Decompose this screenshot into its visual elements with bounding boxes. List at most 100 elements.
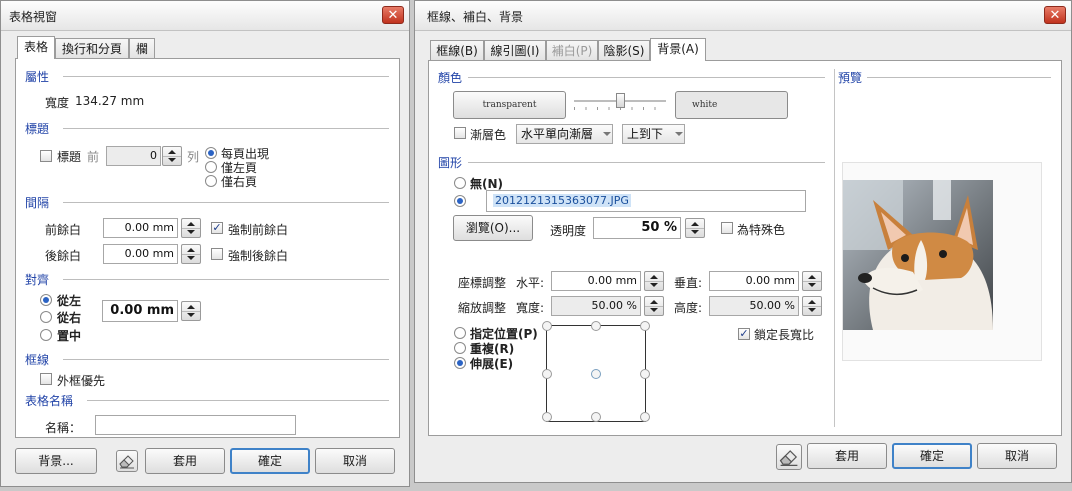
table-name-input[interactable] (95, 415, 296, 435)
preview-area (842, 162, 1042, 361)
outer-border-priority-checkbox[interactable] (40, 373, 52, 385)
browse-button[interactable]: 瀏覽(O)... (453, 215, 533, 241)
background-button[interactable]: 背景... (15, 448, 97, 474)
from-color-button[interactable]: transparent (453, 91, 566, 119)
tab-padding: 補白(P) (546, 40, 598, 61)
align-right-label: 從右 (57, 311, 82, 325)
left-ok-button[interactable]: 確定 (230, 448, 310, 474)
spin-up-icon (808, 275, 816, 279)
slider-thumb[interactable] (616, 93, 625, 108)
left-cancel-button[interactable]: 取消 (315, 448, 395, 474)
right-apply-button[interactable]: 套用 (807, 443, 887, 469)
tab-columns[interactable]: 欄 (129, 38, 155, 59)
force-space-after-checkbox[interactable] (211, 248, 223, 260)
tab-table[interactable]: 表格 (17, 36, 55, 59)
handle-center[interactable] (591, 369, 601, 379)
placement-stretch-radio[interactable] (454, 357, 466, 369)
header-right-page-label: 僅右頁 (221, 175, 258, 189)
border-padding-background-dialog: 框線、補白、背景 ✕ 框線(B) 線引圖(I) 補白(P) 陰影(S) 背景(A… (414, 0, 1072, 483)
spin-up-icon (650, 300, 658, 304)
spin-down-icon (187, 256, 195, 260)
space-after-spinner[interactable] (181, 244, 201, 264)
align-offset-spinner[interactable] (181, 301, 201, 321)
handle-bottom-center[interactable] (591, 412, 601, 422)
header-left-page-radio[interactable] (205, 161, 217, 173)
width-scale-input[interactable]: 50.00 % (551, 296, 641, 316)
image-file-radio[interactable] (454, 195, 466, 207)
header-checkbox-label: 標題 (57, 150, 82, 164)
lock-ratio-checkbox[interactable]: ✓ (738, 328, 750, 340)
spin-divider (645, 306, 663, 307)
table-name-label: 名稱： (45, 421, 82, 435)
tab-background[interactable]: 背景(A) (650, 38, 706, 61)
right-close-icon[interactable]: ✕ (1044, 6, 1066, 24)
left-apply-button[interactable]: 套用 (145, 448, 225, 474)
handle-middle-right[interactable] (640, 369, 650, 379)
tab-shadow[interactable]: 陰影(S) (598, 40, 650, 61)
handle-bottom-right[interactable] (640, 412, 650, 422)
header-rows-input[interactable]: 0 (106, 146, 161, 166)
width-scale-spinner[interactable] (644, 296, 664, 316)
width-label: 寬度 (45, 96, 70, 110)
to-color-button[interactable]: white (675, 91, 788, 119)
placement-repeat-radio[interactable] (454, 342, 466, 354)
outer-border-priority-label: 外框優先 (57, 374, 106, 388)
gradient-type-select[interactable]: 水平單向漸層 (516, 124, 613, 144)
handle-bottom-left[interactable] (542, 412, 552, 422)
placement-specified-radio[interactable] (454, 327, 466, 339)
force-space-after-label: 強制後餘白 (228, 249, 289, 263)
section-table-name: 表格名稱 (25, 394, 74, 408)
spin-up-icon (168, 150, 176, 154)
right-titlebar: 框線、補白、背景 ✕ (415, 1, 1071, 31)
space-before-input[interactable]: 0.00 mm (103, 218, 178, 238)
vertical-input[interactable]: 0.00 mm (709, 271, 799, 291)
header-checkbox[interactable] (40, 150, 52, 162)
right-ok-button[interactable]: 確定 (892, 443, 972, 469)
tab-border[interactable]: 框線(B) (430, 40, 484, 61)
width-value: 134.27 mm (75, 94, 145, 108)
special-color-checkbox[interactable] (721, 222, 733, 234)
handle-top-right[interactable] (640, 321, 650, 331)
tab-line-drawing[interactable]: 線引圖(I) (484, 40, 546, 61)
spin-up-icon (187, 222, 195, 226)
vertical-spinner[interactable] (802, 271, 822, 291)
opacity-input[interactable]: 50 % (593, 217, 681, 239)
space-before-spinner[interactable] (181, 218, 201, 238)
spin-down-icon (187, 230, 195, 234)
gradient-checkbox[interactable] (454, 127, 466, 139)
opacity-spinner[interactable] (685, 218, 705, 238)
header-right-page-radio[interactable] (205, 175, 217, 187)
right-cancel-button[interactable]: 取消 (977, 443, 1057, 469)
header-every-page-radio[interactable] (205, 147, 217, 159)
tab-line-page-break[interactable]: 換行和分頁 (55, 38, 129, 59)
lock-ratio-label: 鎖定長寬比 (754, 328, 815, 342)
left-close-icon[interactable]: ✕ (382, 6, 404, 24)
section-image: 圖形 (438, 156, 463, 170)
image-none-radio[interactable] (454, 177, 466, 189)
align-offset-input[interactable]: 0.00 mm (102, 300, 178, 322)
handle-top-left[interactable] (542, 321, 552, 331)
table-window-dialog: 表格視窗 ✕ 表格 換行和分頁 欄 屬性 寬度 134.27 mm 標題 標題 … (0, 0, 410, 487)
gradient-slider[interactable] (574, 91, 666, 119)
header-rows-spinner[interactable] (162, 146, 182, 166)
spin-divider (163, 156, 181, 157)
align-right-radio[interactable] (40, 311, 52, 323)
image-file-input[interactable]: 2012121315363077.JPG (486, 190, 806, 212)
space-after-input[interactable]: 0.00 mm (103, 244, 178, 264)
align-center-radio[interactable] (40, 329, 52, 341)
right-eraser-button[interactable] (776, 444, 802, 470)
horizontal-input[interactable]: 0.00 mm (551, 271, 641, 291)
left-eraser-button[interactable] (116, 450, 138, 472)
header-before-label: 前 (87, 150, 100, 164)
divider (867, 77, 1051, 78)
handle-middle-left[interactable] (542, 369, 552, 379)
force-space-before-checkbox[interactable]: ✓ (211, 222, 223, 234)
height-scale-input[interactable]: 50.00 % (709, 296, 799, 316)
handle-top-center[interactable] (591, 321, 601, 331)
section-properties: 屬性 (25, 70, 50, 84)
spin-up-icon (650, 275, 658, 279)
height-scale-spinner[interactable] (802, 296, 822, 316)
placement-grid[interactable] (542, 321, 650, 422)
horizontal-spinner[interactable] (644, 271, 664, 291)
align-left-radio[interactable] (40, 294, 52, 306)
